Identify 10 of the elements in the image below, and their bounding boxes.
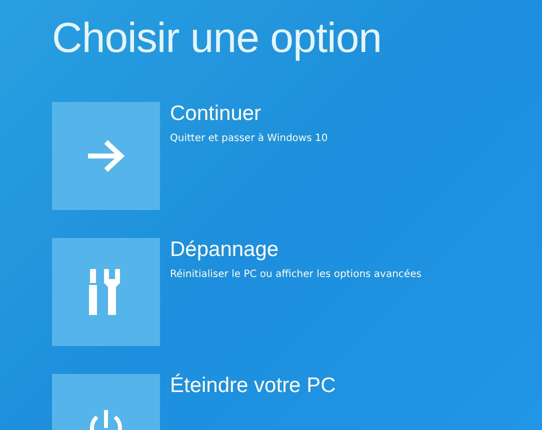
arrow-icon bbox=[86, 139, 126, 173]
option-label: Éteindre votre PC bbox=[170, 374, 336, 398]
option-description: Réinitialiser le PC ou afficher les options avancées bbox=[170, 268, 422, 282]
option-item[interactable]: Continuer Quitter et passer à Windows 10 bbox=[52, 102, 542, 210]
page-title: Choisir une option bbox=[52, 14, 383, 62]
option-item[interactable]: Éteindre votre PC bbox=[52, 374, 542, 430]
option-item[interactable]: Dépannage Réinitialiser le PC ou afficher les options avancées bbox=[52, 238, 542, 346]
option-description: Quitter et passer à Windows 10 bbox=[170, 132, 328, 146]
option-label: Continuer bbox=[170, 102, 262, 126]
option-label: Dépannage bbox=[170, 238, 280, 262]
